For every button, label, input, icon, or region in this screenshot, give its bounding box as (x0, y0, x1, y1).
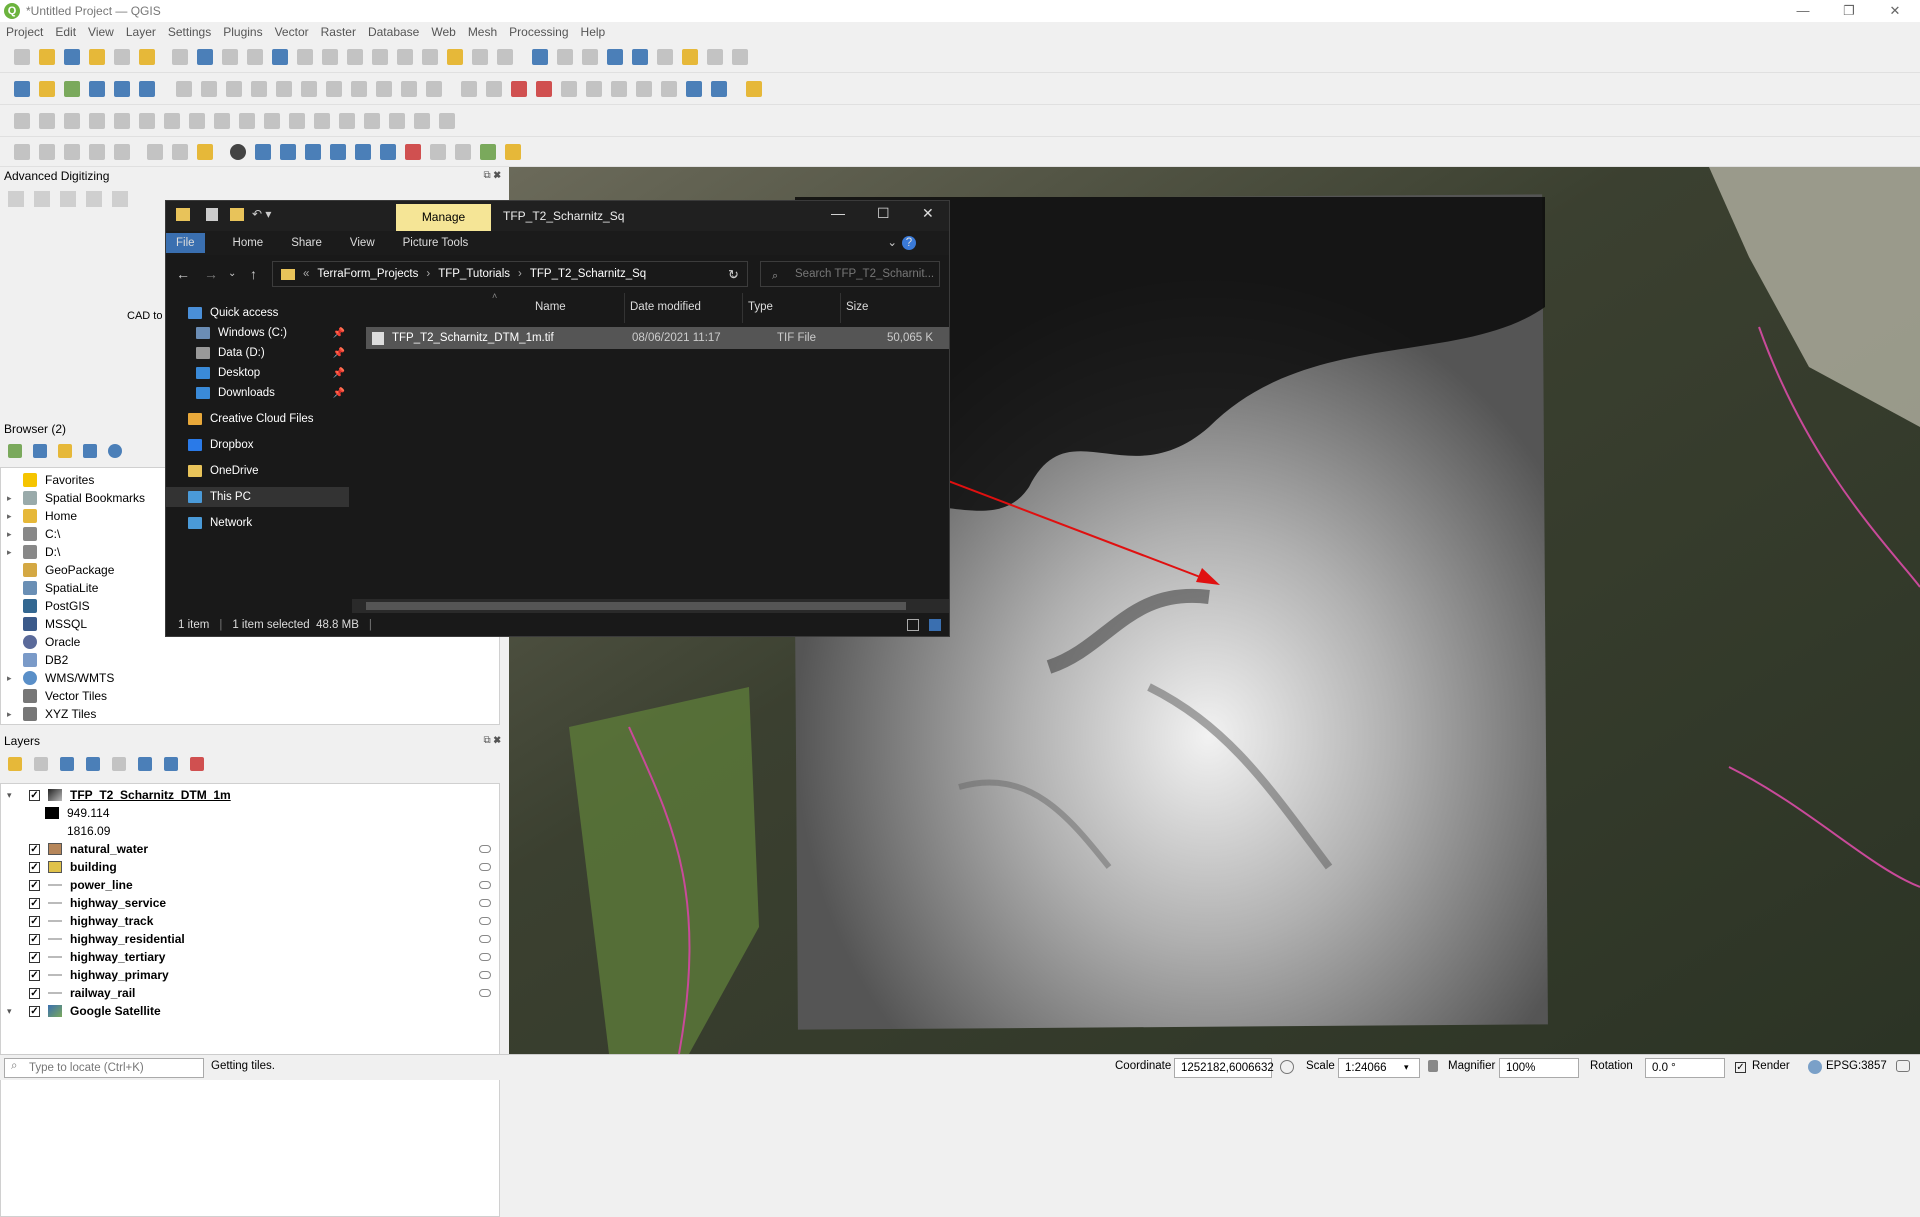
tab-view[interactable]: View (350, 237, 375, 249)
tab-home[interactable]: Home (233, 237, 264, 249)
large-icons-view-icon[interactable] (929, 618, 941, 631)
search-icon: ⌕ (11, 1060, 18, 1072)
rotation-label: Rotation (1590, 1060, 1633, 1072)
refresh-icon[interactable]: ↻ (728, 267, 739, 283)
tif-file-icon (372, 331, 384, 345)
file-type: TIF File (777, 332, 816, 344)
nav-item[interactable]: Creative Cloud Files (188, 409, 314, 429)
nav-item[interactable]: Windows (C:) 📌 (196, 323, 349, 343)
tab-picture-tools[interactable]: Picture Tools (403, 237, 469, 249)
cloud-icon (188, 413, 202, 425)
explorer-titlebar: ↶ ▾ Manage TFP_T2_Scharnitz_Sq — ☐ ✕ (166, 201, 949, 231)
tab-share[interactable]: Share (291, 237, 322, 249)
properties-icon[interactable] (206, 208, 218, 221)
forward-button[interactable]: → (204, 266, 218, 282)
up-button[interactable]: ↑ (250, 266, 257, 282)
details-view-icon[interactable] (907, 618, 919, 631)
download-icon (196, 387, 210, 399)
nav-item[interactable]: Network (188, 513, 252, 533)
star-icon (188, 307, 202, 319)
navigation-pane: Quick access Windows (C:) 📌 Data (D:) 📌 De… (166, 293, 351, 613)
coordinate-field[interactable]: 1252182,6006632 (1174, 1058, 1274, 1078)
recent-locations-button[interactable]: ⌄ (228, 268, 236, 279)
horizontal-scrollbar[interactable] (352, 599, 949, 613)
tab-file[interactable]: File (166, 233, 205, 253)
onedrive-icon (188, 465, 202, 477)
nav-item[interactable]: Quick access (188, 303, 278, 323)
scale-label: Scale (1306, 1060, 1335, 1072)
messages-icon[interactable] (1896, 1060, 1910, 1072)
explorer-ribbon: File Home Share View Picture Tools ⌄ ? (166, 231, 949, 255)
render-label: Render (1752, 1060, 1790, 1072)
chevron-down-icon[interactable]: ▾ (1404, 1062, 1409, 1073)
pin-icon: 📌 (332, 347, 345, 359)
nav-item-selected[interactable]: This PC (166, 487, 349, 507)
new-folder-icon[interactable] (230, 208, 244, 221)
address-bar-row: ← → ⌄ ↑ « TerraForm_Projects › TFP_Tutori… (166, 255, 949, 293)
drive-icon (196, 347, 210, 359)
manage-tab[interactable]: Manage (396, 204, 491, 231)
breadcrumb-item[interactable]: TFP_T2_Scharnitz_Sq (530, 268, 646, 280)
drive-icon (196, 327, 210, 339)
file-date: 08/06/2021 11:17 (632, 332, 721, 344)
explorer-title: TFP_T2_Scharnitz_Sq (503, 209, 625, 223)
column-header-date[interactable]: Date modified (630, 301, 701, 313)
minimize-button[interactable]: — (831, 205, 845, 221)
nav-item[interactable]: Dropbox (188, 435, 253, 455)
pc-icon (188, 491, 202, 503)
column-header-name[interactable]: Name (535, 301, 566, 313)
column-header-type[interactable]: Type (748, 301, 773, 313)
column-header-size[interactable]: Size (846, 301, 868, 313)
folder-icon (176, 208, 190, 221)
search-input[interactable]: Search TFP_T2_Scharnit... (760, 261, 940, 287)
desktop-icon (196, 367, 210, 379)
lock-icon[interactable] (1428, 1060, 1438, 1072)
breadcrumb-item[interactable]: TFP_Tutorials (438, 268, 510, 280)
magnifier-label: Magnifier (1448, 1060, 1496, 1072)
address-path[interactable]: « TerraForm_Projects › TFP_Tutorials › TFP… (272, 261, 748, 287)
toggle-extents-icon[interactable] (1280, 1060, 1294, 1074)
help-icon[interactable]: ? (902, 236, 916, 250)
sort-indicator-icon: ˄ (492, 291, 498, 301)
explorer-statusbar: 1 item | 1 item selected 48.8 MB | (166, 613, 949, 636)
folder-icon (281, 268, 295, 280)
pin-icon: 📌 (332, 387, 345, 399)
file-size: 50,065 K (887, 332, 934, 344)
file-name: TFP_T2_Scharnitz_DTM_1m.tif (392, 332, 554, 344)
render-checkbox[interactable]: ✓ (1735, 1062, 1746, 1073)
item-count: 1 item (178, 618, 210, 631)
locator-input[interactable]: Type to locate (Ctrl+K) (4, 1058, 204, 1078)
status-message: Getting tiles. (211, 1060, 275, 1072)
file-explorer-window: ↶ ▾ Manage TFP_T2_Scharnitz_Sq — ☐ ✕ Fil… (165, 200, 950, 637)
back-button[interactable]: ← (176, 266, 190, 282)
maximize-button[interactable]: ☐ (877, 205, 890, 222)
rotation-field[interactable]: 0.0 ° (1645, 1058, 1725, 1078)
network-icon (188, 517, 202, 529)
crs-globe-icon[interactable] (1808, 1060, 1822, 1074)
nav-item[interactable]: OneDrive (188, 461, 259, 481)
dropbox-icon (188, 439, 202, 451)
crs-label[interactable]: EPSG:3857 (1826, 1060, 1887, 1072)
search-icon: ⌕ (772, 270, 779, 282)
selection-info: 1 item selected 48.8 MB (232, 618, 359, 631)
file-list: ˄ Name Date modified Type Size TFP_T2_Sc… (352, 291, 949, 613)
status-bar: Type to locate (Ctrl+K) ⌕ Getting tiles.… (0, 1054, 1920, 1080)
pin-icon: 📌 (332, 367, 345, 379)
breadcrumb-item[interactable]: TerraForm_Projects (317, 268, 418, 280)
undo-icon[interactable]: ↶ ▾ (252, 207, 271, 221)
close-button[interactable]: ✕ (922, 205, 934, 222)
chevron-down-icon[interactable]: ⌄ (887, 235, 897, 249)
coordinate-label: Coordinate (1115, 1060, 1172, 1072)
pin-icon: 📌 (332, 327, 345, 339)
file-row-selected[interactable]: TFP_T2_Scharnitz_DTM_1m.tif 08/06/2021 1… (366, 327, 949, 349)
nav-item[interactable]: Downloads 📌 (196, 383, 349, 403)
magnifier-field[interactable]: 100% (1499, 1058, 1579, 1078)
nav-item[interactable]: Desktop 📌 (196, 363, 349, 383)
nav-item[interactable]: Data (D:) 📌 (196, 343, 349, 363)
